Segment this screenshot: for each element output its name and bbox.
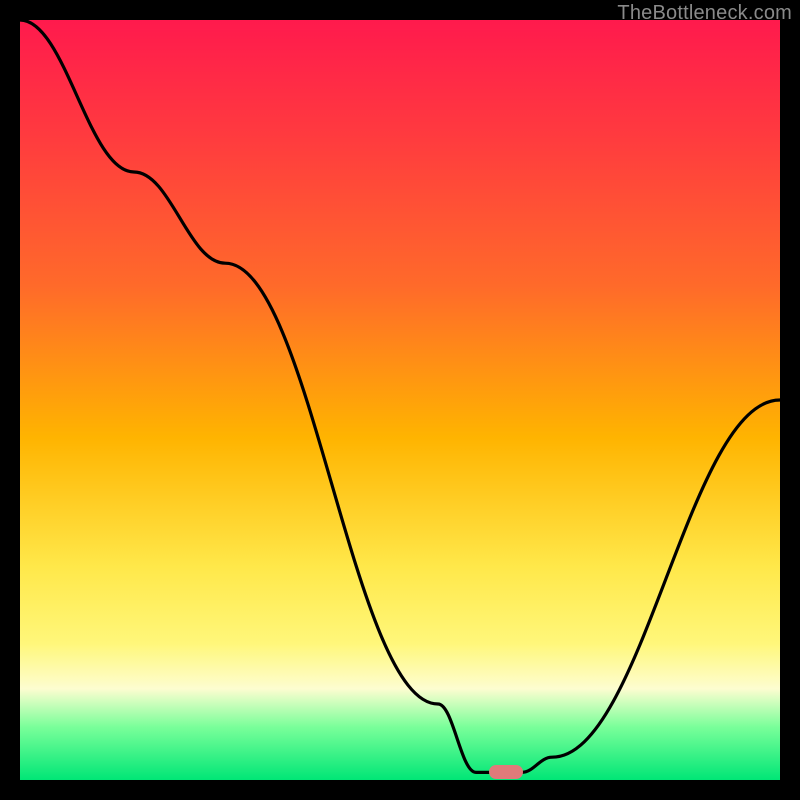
optimal-marker — [489, 765, 523, 779]
chart-frame: TheBottleneck.com — [0, 0, 800, 800]
watermark-text: TheBottleneck.com — [617, 2, 792, 25]
gradient-background — [20, 20, 780, 780]
